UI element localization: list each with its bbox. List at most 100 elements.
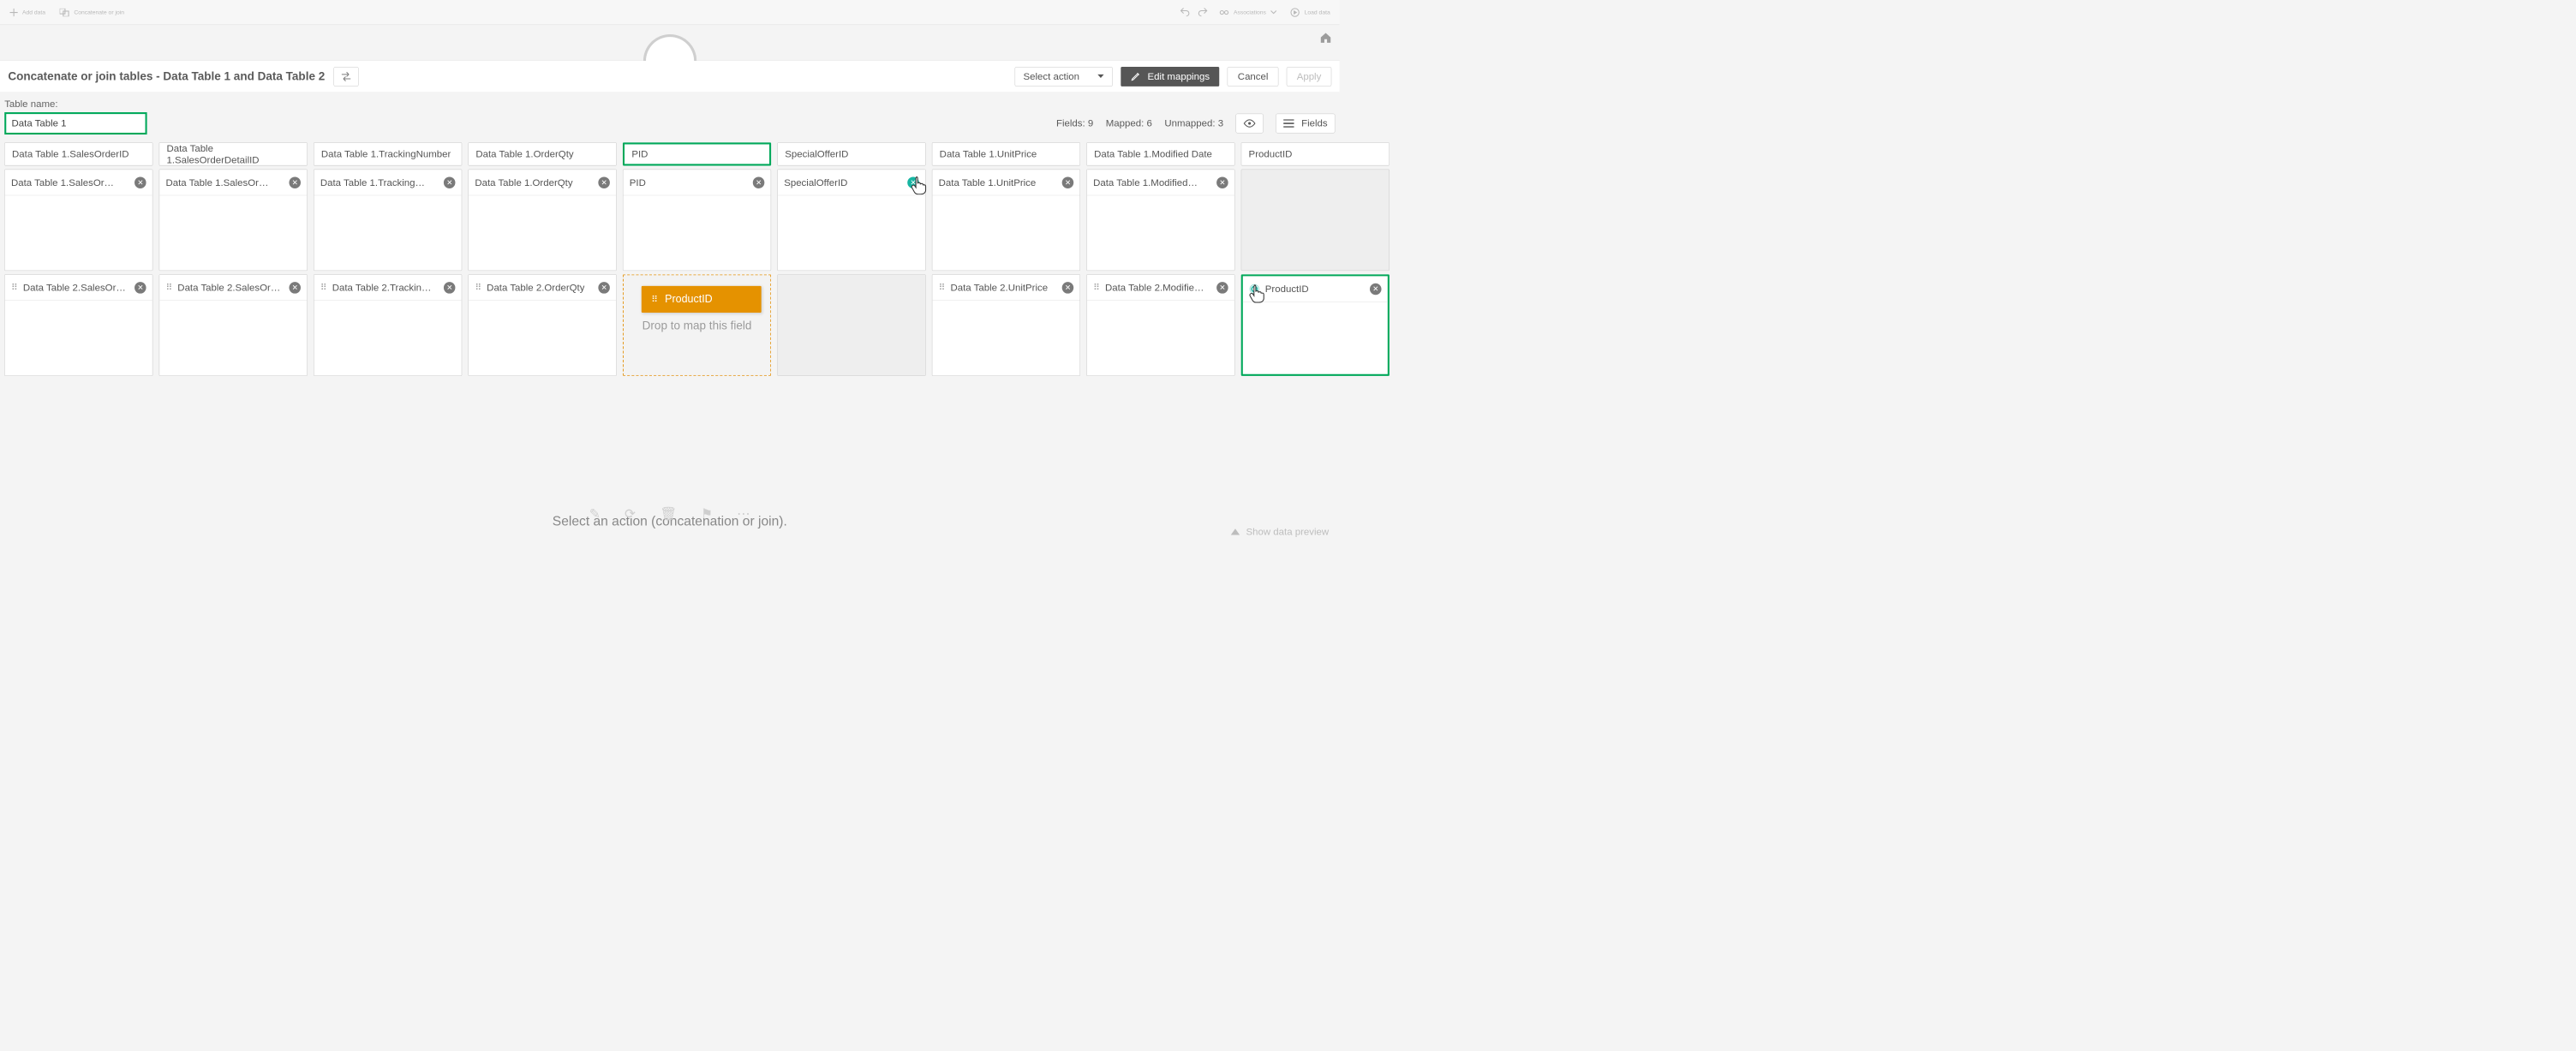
select-action-dropdown[interactable]: Select action: [1015, 67, 1113, 87]
remove-field-icon[interactable]: ✕: [444, 176, 456, 188]
toolbar-left: Add data Concatenate or join: [3, 4, 130, 20]
concat-join-button[interactable]: Concatenate or join: [53, 4, 130, 20]
field-chip[interactable]: Data Table 1.OrderQty ✕: [469, 170, 616, 195]
undo-button[interactable]: [1176, 3, 1193, 21]
edit-icon[interactable]: ✎: [589, 506, 601, 522]
field-chip[interactable]: ⠿Data Table 2.UnitPrice ✕: [932, 275, 1079, 301]
select-action-label: Select action: [1023, 70, 1079, 82]
remove-field-icon[interactable]: ✕: [134, 282, 146, 294]
fields-menu-button[interactable]: Fields: [1276, 114, 1335, 134]
field-chip[interactable]: PID ✕: [623, 170, 770, 195]
target-slot[interactable]: [777, 274, 925, 376]
target-slot[interactable]: ⠿Data Table 2.Modifie… ✕: [1086, 274, 1234, 376]
load-data-button[interactable]: Load data: [1284, 4, 1336, 21]
target-slot[interactable]: ⠿Data Table 2.UnitPrice ✕: [932, 274, 1080, 376]
table-name-input[interactable]: [4, 112, 146, 134]
filter-icon[interactable]: ⚑: [701, 506, 713, 522]
target-slot[interactable]: ProductID ✕: [1241, 274, 1390, 376]
remove-field-icon[interactable]: ✕: [1216, 176, 1228, 188]
target-slot[interactable]: ⠿Data Table 2.SalesOr… ✕: [4, 274, 152, 376]
tables-merge-icon: [60, 9, 69, 16]
source-slot[interactable]: Data Table 1.SalesOrderID ✕: [4, 170, 152, 272]
target-slot[interactable]: ⠿Data Table 2.OrderQty ✕: [469, 274, 617, 376]
remove-field-icon[interactable]: ✕: [289, 282, 301, 294]
drop-target-slot[interactable]: Drop to map this field ⠿ ProductID: [623, 274, 771, 376]
field-chip[interactable]: ⠿Data Table 2.SalesOr… ✕: [5, 275, 152, 301]
source-slot[interactable]: Data Table 1.Modified Date ✕: [1086, 170, 1234, 272]
edit-mappings-button[interactable]: Edit mappings: [1121, 67, 1219, 87]
swap-tables-button[interactable]: [334, 67, 359, 87]
field-chip[interactable]: Data Table 1.SalesOrder… ✕: [159, 170, 307, 195]
field-chip[interactable]: Data Table 1.TrackingNu… ✕: [314, 170, 462, 195]
field-chip[interactable]: Data Table 1.SalesOrderID ✕: [5, 170, 152, 195]
drop-hint: Drop to map this field: [643, 319, 752, 332]
concat-join-label: Concatenate or join: [74, 9, 124, 15]
field-chip[interactable]: Data Table 1.Modified Date ✕: [1087, 170, 1234, 195]
grip-icon: ⠿: [939, 282, 946, 293]
remove-field-icon[interactable]: ✕: [598, 282, 610, 294]
chevron-down-icon: [1270, 10, 1276, 15]
table-name-label: Table name:: [4, 98, 1335, 110]
load-data-label: Load data: [1305, 9, 1330, 15]
column-header[interactable]: Data Table 1.OrderQty: [469, 142, 617, 165]
remove-field-icon[interactable]: ✕: [289, 176, 301, 188]
mapping-column: SpecialOfferID SpecialOfferID ✕: [777, 142, 925, 375]
field-chip[interactable]: ⠿Data Table 2.OrderQty ✕: [469, 275, 616, 301]
column-header[interactable]: Data Table 1.SalesOrderID: [4, 142, 152, 165]
column-header[interactable]: ProductID: [1241, 142, 1390, 165]
field-chip[interactable]: SpecialOfferID ✕: [778, 170, 925, 195]
stat-fields: Fields: 9: [1056, 117, 1093, 129]
source-slot[interactable]: SpecialOfferID ✕: [777, 170, 925, 272]
source-slot[interactable]: Data Table 1.SalesOrder… ✕: [159, 170, 308, 272]
column-header[interactable]: PID: [623, 142, 771, 165]
source-slot[interactable]: [1241, 170, 1390, 272]
remove-field-icon[interactable]: ✕: [1216, 282, 1228, 294]
field-chip[interactable]: Data Table 1.UnitPrice ✕: [932, 170, 1079, 195]
bottom-toolbar: ✎ ⟳ 🗑 ⚑ ⋯: [589, 506, 750, 522]
remove-field-icon[interactable]: ✕: [1370, 283, 1382, 295]
mapping-column: Data Table 1.UnitPrice Data Table 1.Unit…: [932, 142, 1080, 375]
field-chip[interactable]: ⠿Data Table 2.Trackin… ✕: [314, 275, 462, 301]
column-header[interactable]: Data Table 1.TrackingNumber: [314, 142, 462, 165]
field-chip[interactable]: ⠿Data Table 2.SalesOr… ✕: [159, 275, 307, 301]
remove-field-icon[interactable]: ✕: [134, 176, 146, 188]
source-slot[interactable]: Data Table 1.TrackingNu… ✕: [314, 170, 462, 272]
stat-unmapped: Unmapped: 3: [1164, 117, 1223, 129]
mapping-column: ProductID ProductID ✕: [1241, 142, 1390, 375]
apply-button[interactable]: Apply: [1287, 67, 1332, 87]
remove-field-icon[interactable]: ✕: [444, 282, 456, 294]
redo-button[interactable]: [1195, 3, 1212, 21]
source-slot[interactable]: PID ✕: [623, 170, 771, 272]
column-header[interactable]: SpecialOfferID: [777, 142, 925, 165]
associations-button[interactable]: Associations: [1214, 4, 1283, 21]
remove-field-icon[interactable]: ✕: [753, 176, 765, 188]
add-data-label: Add data: [22, 9, 45, 15]
dragged-field-label: ProductID: [665, 293, 712, 306]
cursor-hand-icon: [910, 175, 928, 194]
show-preview-toggle[interactable]: Show data preview: [1231, 526, 1329, 538]
add-data-button[interactable]: Add data: [3, 4, 51, 20]
source-slot[interactable]: Data Table 1.OrderQty ✕: [469, 170, 617, 272]
cancel-button[interactable]: Cancel: [1228, 67, 1279, 87]
grip-icon: ⠿: [651, 294, 658, 305]
target-slot[interactable]: ⠿Data Table 2.SalesOr… ✕: [159, 274, 308, 376]
mapping-stats: Fields: 9 Mapped: 6 Unmapped: 3 Fields: [1056, 114, 1335, 134]
home-button[interactable]: [1319, 31, 1333, 45]
pencil-icon: [1131, 71, 1140, 81]
source-slot[interactable]: Data Table 1.UnitPrice ✕: [932, 170, 1080, 272]
dragged-field-tag[interactable]: ⠿ ProductID: [642, 286, 762, 313]
more-icon[interactable]: ⋯: [737, 506, 750, 522]
column-header[interactable]: Data Table 1.Modified Date: [1086, 142, 1234, 165]
remove-field-icon[interactable]: ✕: [1062, 282, 1074, 294]
column-header[interactable]: Data Table 1.UnitPrice: [932, 142, 1080, 165]
target-slot[interactable]: ⠿Data Table 2.Trackin… ✕: [314, 274, 462, 376]
delete-icon[interactable]: 🗑: [660, 506, 677, 522]
visibility-toggle[interactable]: [1236, 114, 1264, 134]
eye-icon: [1243, 119, 1256, 128]
pull-down-handle[interactable]: [643, 34, 696, 61]
column-header[interactable]: Data Table 1.SalesOrderDetailID: [159, 142, 308, 165]
refresh-icon[interactable]: ⟳: [625, 506, 636, 522]
remove-field-icon[interactable]: ✕: [1062, 176, 1074, 188]
remove-field-icon[interactable]: ✕: [598, 176, 610, 188]
field-chip[interactable]: ⠿Data Table 2.Modifie… ✕: [1087, 275, 1234, 301]
